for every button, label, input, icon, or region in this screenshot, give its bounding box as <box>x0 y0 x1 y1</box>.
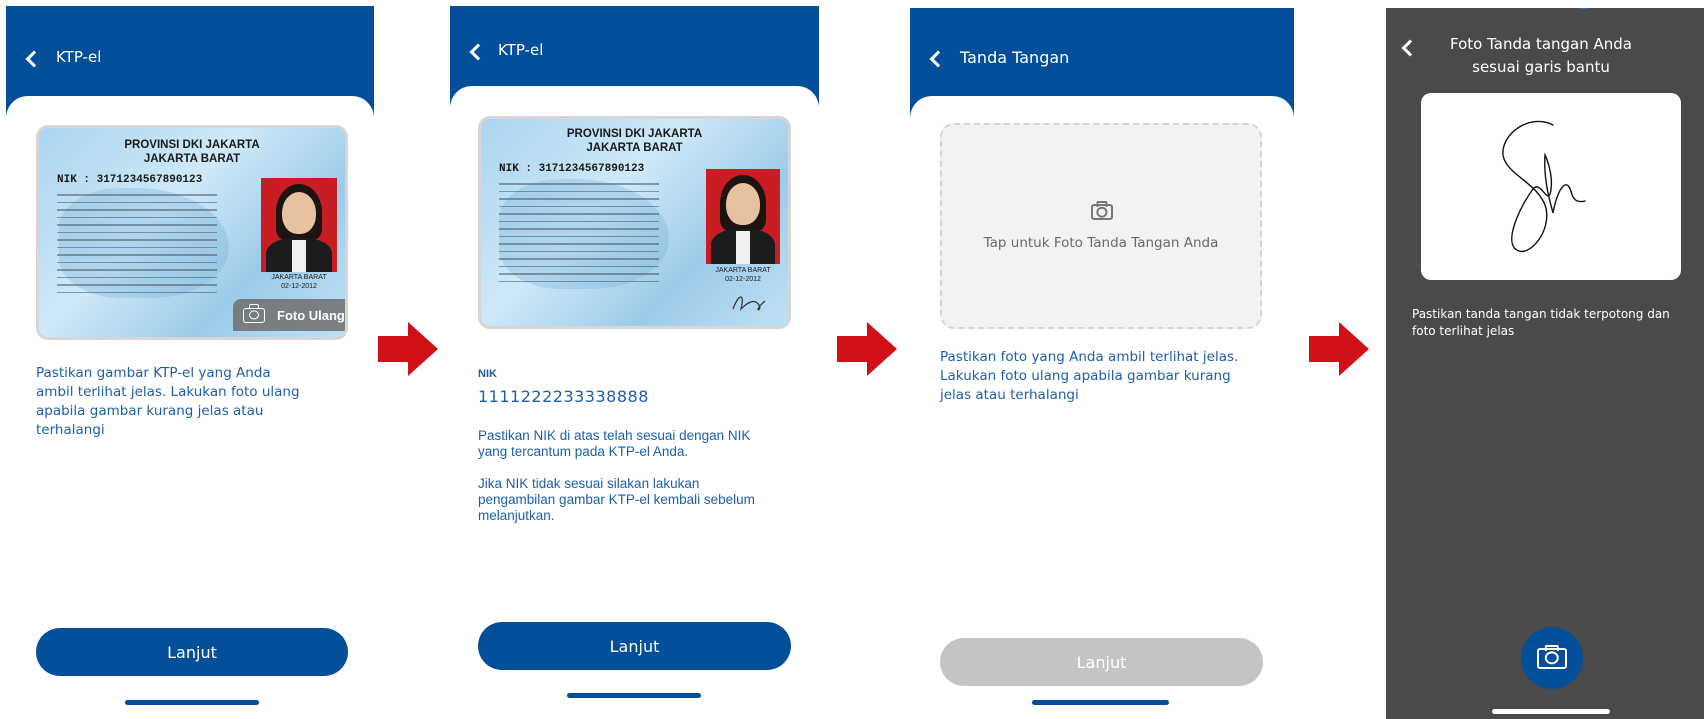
ktp-signature-mark <box>732 296 766 311</box>
shutter-button[interactable] <box>1521 627 1583 689</box>
ktp-nik-line: NIK : 3171234567890123 <box>57 174 203 186</box>
back-arrow-icon[interactable] <box>25 50 43 68</box>
signature-guide-frame <box>1421 93 1681 280</box>
back-arrow-icon[interactable] <box>929 50 947 68</box>
red-arrow-icon <box>378 322 438 376</box>
signature-scribble <box>1502 120 1586 253</box>
home-indicator <box>1032 700 1169 705</box>
header-title: KTP-el <box>56 48 102 66</box>
camera-icon <box>1537 647 1567 669</box>
next-button[interactable]: Lanjut <box>36 628 348 676</box>
ktp-issue-place: JAKARTA BARAT <box>715 267 771 274</box>
ktp-card-image: PROVINSI DKI JAKARTA JAKARTA BARAT NIK :… <box>36 125 348 340</box>
nik-mismatch-note: Jika NIK tidak sesuai silakan lakukan pe… <box>478 476 755 523</box>
home-indicator <box>125 700 259 705</box>
signature-photo-dropzone[interactable]: Tap untuk Foto Tanda Tangan Anda <box>940 123 1262 329</box>
ktp-issue-date: 02-12-2012 <box>725 276 761 283</box>
ktp-issue-date: 02-12-2012 <box>281 283 317 290</box>
ktp-detail-lines <box>499 183 659 288</box>
home-indicator <box>1492 709 1610 714</box>
red-arrow-icon <box>837 322 897 376</box>
ktp-issue-place: JAKARTA BARAT <box>271 274 327 281</box>
ktp-city: JAKARTA BARAT <box>586 142 683 154</box>
ktp-city: JAKARTA BARAT <box>143 153 241 165</box>
ktp-portrait-photo <box>261 178 337 272</box>
red-arrow-icon <box>1309 322 1369 376</box>
ktp-province: PROVINSI DKI JAKARTA <box>124 139 260 151</box>
signature-instruction: Pastikan foto yang Anda ambil terlihat j… <box>940 349 1239 403</box>
tap-to-photo-text: Tap untuk Foto Tanda Tangan Anda <box>983 235 1219 251</box>
screen-signature-camera: Foto Tanda tangan Anda sesuai garis bant… <box>1386 8 1704 719</box>
header-title: Tanda Tangan <box>960 48 1070 67</box>
next-button[interactable]: Lanjut <box>478 622 791 670</box>
header-title: KTP-el <box>498 41 544 59</box>
next-button-disabled[interactable]: Lanjut <box>940 638 1263 686</box>
ktp-card-image: PROVINSI DKI JAKARTA JAKARTA BARAT NIK :… <box>478 116 791 329</box>
ktp-province: PROVINSI DKI JAKARTA <box>566 128 703 140</box>
ktp-review-instruction: Pastikan gambar KTP-el yang Anda ambil t… <box>36 365 300 438</box>
camera-hint: Pastikan tanda tangan tidak terpotong da… <box>1412 307 1670 338</box>
camera-title: Foto Tanda tangan Anda sesuai garis bant… <box>1449 35 1632 76</box>
back-arrow-icon[interactable] <box>469 43 487 61</box>
camera-icon <box>1091 204 1113 220</box>
screen-signature-capture: Tanda Tangan Tap untuk Foto Tanda Tangan… <box>910 8 1294 719</box>
ktp-detail-lines <box>57 194 217 299</box>
retake-photo-button[interactable]: Foto Ulang <box>233 299 345 331</box>
corner-line-decoration <box>1576 8 1590 10</box>
screen-nik-confirmation: KTP-el PROVINSI DKI JAKARTA JAKARTA BARA… <box>450 6 819 719</box>
ktp-portrait-photo <box>706 169 780 264</box>
camera-icon <box>243 307 265 323</box>
screen-ktp-photo-review: KTP-el PROVINSI DKI JAKARTA JAKARTA BARA… <box>6 6 374 719</box>
retake-label: Foto Ulang <box>277 307 345 323</box>
nik-label: NIK <box>478 368 497 380</box>
home-indicator <box>567 693 701 698</box>
back-arrow-icon[interactable] <box>1401 39 1419 57</box>
nik-value: 1111222233338888 <box>478 387 649 406</box>
nik-match-note: Pastikan NIK di atas telah sesuai dengan… <box>478 428 751 459</box>
ktp-nik-line: NIK : 3171234567890123 <box>499 163 645 175</box>
